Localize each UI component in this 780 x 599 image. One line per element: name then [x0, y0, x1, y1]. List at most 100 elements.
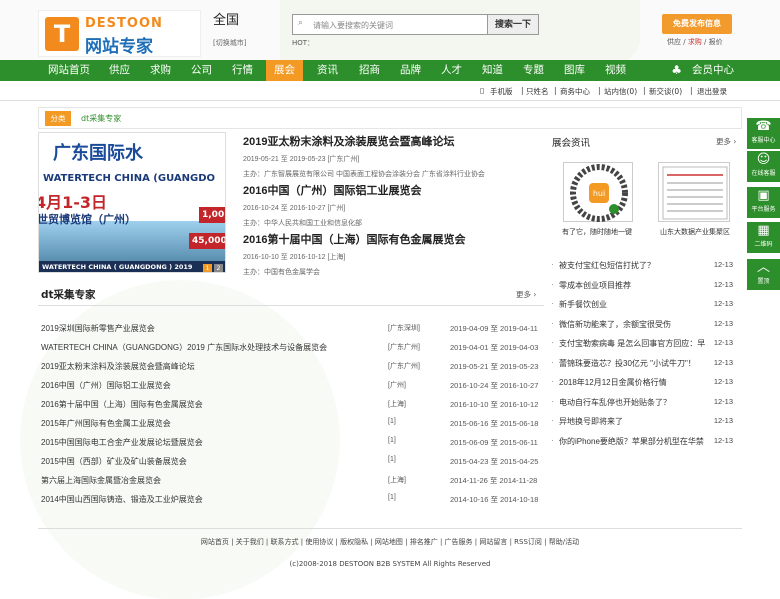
table-row[interactable]: 2019亚太粉末涂料及涂装展览会暨高峰论坛 [广东广州] 2019-05-21 至 … [38, 360, 544, 379]
expo-name[interactable]: 2016中国（广州）国际铝工业展览会 [41, 380, 171, 391]
bullet: · [551, 318, 554, 328]
expo-name[interactable]: 2019深圳国际新零售产业展览会 [41, 323, 155, 334]
news-text[interactable]: 异地换号即将来了 [559, 416, 709, 427]
table-row[interactable]: 2014中国山西国际铸造、锻造及工业炉展览会 [1] 2014-10-16 至 20… [38, 493, 544, 512]
event-title[interactable]: 2016中国（广州）国际铝工业展览会 [243, 182, 421, 198]
bullet: · [551, 260, 554, 269]
publish-link-quote[interactable]: 报价 [709, 38, 723, 46]
table-row[interactable]: 2019深圳国际新零售产业展览会 [广东深圳] 2019-04-09 至 2019-… [38, 322, 544, 341]
expo-name[interactable]: 2016第十届中国（上海）国际有色金属展览会 [41, 399, 203, 410]
industry-promo-image[interactable] [658, 162, 730, 222]
nav-item-know[interactable]: 知道 [474, 60, 511, 81]
list-item[interactable]: · 被支付宝红包短信打扰了？ 12-13 [551, 259, 736, 279]
expo-name[interactable]: 第六届上海国际金属暨冶金展览会 [41, 475, 161, 486]
news-text[interactable]: 蕾锦珠要造芯？投30亿元 "小试牛刀"！ [559, 358, 709, 369]
messages-link[interactable]: 站内信(0) [604, 86, 637, 97]
business-center-link[interactable]: 商务中心 [560, 86, 590, 97]
chat-link[interactable]: 新交谈(0) [649, 86, 682, 97]
nav-item-market[interactable]: 行情 [225, 60, 260, 81]
news-text[interactable]: 支付宝勒索病毒 是怎么回事官方回应：早 [559, 338, 709, 349]
sidebar-platform-service[interactable]: ▣ 平台服务 [747, 187, 780, 218]
publish-link-buy[interactable]: 求购 [688, 38, 702, 46]
event-title[interactable]: 2019亚太粉末涂料及涂装展览会暨高峰论坛 [243, 133, 485, 149]
nav-item-buy[interactable]: 求购 [143, 60, 178, 81]
news-text[interactable]: 零成本创业项目推荐 [559, 280, 709, 291]
publish-button[interactable]: 免费发布信息 [662, 14, 732, 34]
list-item[interactable]: · 新手餐饮创业 12-13 [551, 298, 736, 318]
featured-event[interactable]: 2016第十届中国（上海）国际有色金属展览会 2016-10-10 至 2016… [243, 231, 465, 277]
expo-date: 2015-06-09 至 2015-06-11 [450, 438, 538, 447]
app-promo-image[interactable]: hui [563, 162, 633, 222]
featured-event[interactable]: 2016中国（广州）国际铝工业展览会 2016-10-24 至 2016-10-… [243, 182, 421, 228]
expo-name[interactable]: WATERTECH CHINA（GUANGDONG）2019 广东国际水处理技术… [41, 342, 327, 353]
nav-item-gallery[interactable]: 图库 [556, 60, 593, 81]
list-item[interactable]: · 微信新功能来了，余额宝很受伤 12-13 [551, 318, 736, 338]
list-item[interactable]: · 支付宝勒索病毒 是怎么回事官方回应：早 12-13 [551, 337, 736, 357]
nav-item-invest[interactable]: 招商 [351, 60, 388, 81]
list-item[interactable]: · 零成本创业项目推荐 12-13 [551, 279, 736, 299]
search-input[interactable]: 请输入要搜索的关键词 [292, 14, 488, 35]
nav-item-news[interactable]: 资讯 [309, 60, 346, 81]
member-center-link[interactable]: 会员中心 [692, 60, 734, 81]
featured-event[interactable]: 2019亚太粉末涂料及涂装展览会暨高峰论坛 2019-05-21 至 2019-… [243, 133, 485, 179]
list-item[interactable]: · 2018年12月12日金属价格行情 12-13 [551, 376, 736, 396]
news-text[interactable]: 电动自行车乱停也开始贴条了？ [559, 397, 709, 408]
news-text[interactable]: 被支付宝红包短信打扰了？ [559, 260, 709, 271]
banner-dot-2[interactable]: 2 [214, 264, 223, 272]
publish-link-supply[interactable]: 供应 [667, 38, 681, 46]
mobile-link[interactable]: 手机版 [490, 86, 513, 97]
table-row[interactable]: 2015中国国际电工合金产业发展论坛暨展览会 [1] 2015-06-09 至 20… [38, 436, 544, 455]
city-switch-link[interactable]: [切换城市] [213, 38, 246, 48]
nav-item-jobs[interactable]: 人才 [433, 60, 470, 81]
expo-date: 2014-10-16 至 2014-10-18 [450, 495, 539, 504]
table-row[interactable]: 2016中国（广州）国际铝工业展览会 [广州] 2016-10-24 至 2016-… [38, 379, 544, 398]
event-title[interactable]: 2016第十届中国（上海）国际有色金属展览会 [243, 231, 465, 247]
expo-area: [广东广州] [388, 363, 420, 370]
expo-banner[interactable]: 广东国际水 WATERTECH CHINA (GUANGDO 4月1-3日 世贸… [38, 132, 226, 273]
expo-name[interactable]: 2019亚太粉末涂料及涂装展览会暨高峰论坛 [41, 361, 195, 372]
banner-date: 4月1-3日 [38, 193, 108, 212]
table-row[interactable]: WATERTECH CHINA（GUANGDONG）2019 广东国际水处理技术… [38, 341, 544, 360]
sidebar-customer-service[interactable]: ☎ 客服中心 [747, 118, 780, 149]
document-icon [662, 166, 728, 220]
table-row[interactable]: 第六届上海国际金属暨冶金展览会 [上海] 2014-11-26 至 2014-11-… [38, 474, 544, 493]
news-text[interactable]: 新手餐饮创业 [559, 299, 709, 310]
breadcrumb-category[interactable]: dt采集专家 [81, 113, 121, 124]
nav-item-video[interactable]: 视频 [597, 60, 634, 81]
nav-item-brand[interactable]: 品牌 [392, 60, 429, 81]
news-more-link[interactable]: 更多 › [716, 136, 736, 147]
table-row[interactable]: 2015中国（西部）矿业及矿山装备展览会 [1] 2015-04-23 至 2015… [38, 455, 544, 474]
banner-dot-1[interactable]: 1 [203, 264, 212, 272]
news-text[interactable]: 你的iPhone要绝版？苹果部分机型在华禁 [559, 436, 709, 447]
nav-item-expo[interactable]: 展会 [266, 60, 303, 81]
expo-name[interactable]: 2015中国国际电工合金产业发展论坛暨展览会 [41, 437, 203, 448]
table-row[interactable]: 2016第十届中国（上海）国际有色金属展览会 [上海] 2016-10-10 至 2… [38, 398, 544, 417]
news-date: 12-13 [713, 318, 733, 328]
nav-item-home[interactable]: 网站首页 [40, 60, 98, 81]
expo-name[interactable]: 2014中国山西国际铸造、锻造及工业炉展览会 [41, 494, 203, 505]
sidebar-qrcode[interactable]: ▦ 二维码 [747, 222, 780, 253]
banner-subtitle: WATERTECH CHINA (GUANGDO [43, 173, 216, 184]
site-logo[interactable]: T DESTOON 网站专家 [38, 10, 201, 57]
search-button[interactable]: 搜索一下 [487, 14, 539, 35]
expo-name[interactable]: 2015年广州国际有色金属工业展览会 [41, 418, 171, 429]
nav-item-topic[interactable]: 专题 [515, 60, 552, 81]
username[interactable]: 只姓名 [526, 86, 549, 97]
table-row[interactable]: 2015年广州国际有色金属工业展览会 [1] 2015-06-16 至 2015-0… [38, 417, 544, 436]
footer-links[interactable]: 网站首页 | 关于我们 | 联系方式 | 使用协议 | 版权隐私 | 网站地图 … [0, 537, 780, 547]
list-item[interactable]: · 电动自行车乱停也开始贴条了？ 12-13 [551, 396, 736, 416]
expo-name[interactable]: 2015中国（西部）矿业及矿山装备展览会 [41, 456, 187, 467]
list-item[interactable]: · 异地换号即将来了 12-13 [551, 415, 736, 435]
list-item[interactable]: · 你的iPhone要绝版？苹果部分机型在华禁 12-13 [551, 435, 736, 455]
nav-item-supply[interactable]: 供应 [102, 60, 137, 81]
nav-item-company[interactable]: 公司 [184, 60, 219, 81]
sidebar-online-service[interactable]: ☺ 在线客服 [747, 151, 780, 182]
sidebar-back-to-top[interactable]: ︿ 置顶 [747, 259, 780, 290]
news-text[interactable]: 微信新功能来了，余额宝很受伤 [559, 319, 709, 330]
logout-link[interactable]: 退出登录 [697, 86, 727, 97]
separator: | [554, 86, 557, 95]
news-text[interactable]: 2018年12月12日金属价格行情 [559, 377, 709, 388]
news-date: 12-13 [713, 396, 733, 406]
list-item[interactable]: · 蕾锦珠要造芯？投30亿元 "小试牛刀"！ 12-13 [551, 357, 736, 377]
section-more-link[interactable]: 更多 › [516, 289, 536, 300]
